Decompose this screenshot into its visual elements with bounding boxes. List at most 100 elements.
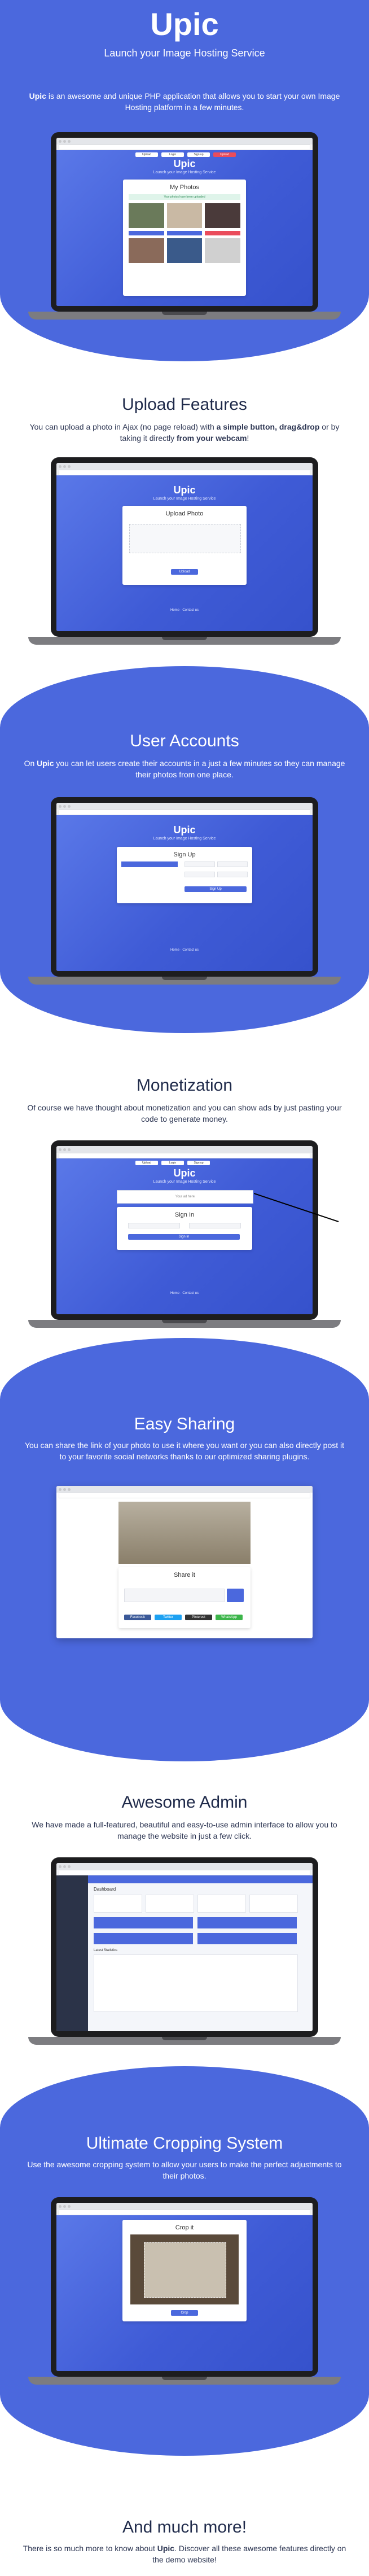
nav-login[interactable]: Login: [161, 1161, 184, 1165]
sharing-title: Easy Sharing: [134, 1415, 235, 1433]
share-whatsapp[interactable]: WhatsApp: [216, 1615, 243, 1620]
upload-button[interactable]: Upload: [171, 569, 198, 575]
share-facebook[interactable]: Facebook: [124, 1615, 151, 1620]
more-desc-b: . Discover all these awesome features di…: [152, 2544, 346, 2564]
monetization-title: Monetization: [136, 1076, 233, 1095]
sharing-description: You can share the link of your photo to …: [24, 1441, 345, 1461]
crop-selection[interactable]: [144, 2242, 226, 2298]
photo-action[interactable]: [205, 231, 240, 235]
app-subtitle: Launch your Image Hosting Service: [153, 170, 216, 174]
more-desc-brand: Upic: [157, 2544, 175, 2553]
signin-button[interactable]: Sign In: [128, 1234, 240, 1240]
brand-name: Upic: [29, 91, 46, 100]
admin-stat: [146, 1895, 194, 1913]
hero-tagline: Launch your Image Hosting Service: [104, 47, 265, 59]
nav-upload[interactable]: Upload: [135, 152, 158, 157]
nav-signup[interactable]: Sign up: [187, 152, 210, 157]
crop-image[interactable]: [130, 2234, 239, 2304]
card-title: Sign In: [174, 1212, 195, 1218]
nav-signup[interactable]: Sign up: [187, 1161, 210, 1165]
laptop-mockup-6: Dashboard Latest Statistics: [28, 1857, 341, 2049]
signup-notice: [121, 861, 178, 867]
signin-email[interactable]: [128, 1223, 180, 1228]
shared-photo: [118, 1502, 251, 1564]
card-title: Sign Up: [173, 851, 196, 858]
admin-panel: [197, 1917, 297, 1928]
admin-stat: [94, 1895, 142, 1913]
photo-thumb[interactable]: [166, 203, 203, 228]
share-link-input[interactable]: [124, 1589, 225, 1602]
app-logo: Upic: [173, 158, 196, 169]
upload-desc-a: You can upload a photo in Ajax (no page …: [29, 422, 217, 431]
admin-title: Awesome Admin: [121, 1793, 248, 1812]
nav-upload[interactable]: Upload: [135, 1161, 158, 1165]
pointer-arrow: [254, 1193, 339, 1222]
laptop-mockup-5: Share it Facebook Twitter Pinterest What…: [56, 1486, 313, 1678]
photo-grid: [123, 203, 246, 263]
more-title: And much more!: [122, 2518, 247, 2536]
admin-table: [94, 1954, 298, 2012]
accounts-description: On Upic you can let users create their a…: [23, 758, 346, 780]
photo-action[interactable]: [129, 231, 164, 235]
nav-login[interactable]: Login: [161, 152, 184, 157]
admin-topbar: [88, 1875, 313, 1883]
admin-sidebar: [56, 1875, 88, 2031]
laptop-mockup-3: Upic Launch your Image Hosting Service S…: [28, 797, 341, 989]
signup-field[interactable]: [184, 861, 215, 867]
copy-link-button[interactable]: [227, 1589, 244, 1602]
laptop-mockup-1: Upload Login Sign up Upload Upic Launch …: [28, 132, 341, 324]
crop-card: Crop it Crop: [122, 2220, 247, 2321]
signup-field[interactable]: [184, 872, 215, 877]
signup-field[interactable]: [217, 861, 248, 867]
cropping-title: Ultimate Cropping System: [86, 2134, 283, 2153]
more-description: There is so much more to know about Upic…: [23, 2543, 346, 2565]
hero-logo: Upic: [150, 6, 219, 42]
upload-desc-d: from your webcam: [177, 434, 247, 443]
accounts-desc-brand: Upic: [37, 759, 54, 768]
card-title: My Photos: [170, 184, 199, 191]
app-logo: Upic: [173, 484, 196, 496]
accounts-desc-a: On: [24, 759, 37, 768]
signin-card: Sign In Sign In: [117, 1207, 252, 1250]
cropping-description: Use the awesome cropping system to allow…: [27, 2160, 342, 2180]
photo-thumb[interactable]: [166, 238, 203, 263]
monetization-description: Of course we have thought about monetiza…: [27, 1103, 342, 1123]
my-photos-card: My Photos Your photos have been uploaded: [123, 180, 246, 296]
app-logo: Upic: [173, 1167, 196, 1179]
photo-thumb[interactable]: [129, 238, 164, 263]
laptop-mockup-2: Upic Launch your Image Hosting Service U…: [28, 457, 341, 649]
app-logo: Upic: [173, 824, 196, 836]
accounts-desc-b: you can let users create their accounts …: [54, 759, 345, 779]
more-desc-a: There is so much more to know about: [23, 2544, 157, 2553]
photo-thumb[interactable]: [129, 203, 164, 228]
ad-banner[interactable]: Your ad here: [117, 1190, 253, 1204]
card-title: Upload Photo: [165, 510, 204, 517]
admin-panel: [94, 1917, 193, 1928]
photo-thumb[interactable]: [205, 203, 240, 228]
share-twitter[interactable]: Twitter: [155, 1615, 182, 1620]
signup-field[interactable]: [217, 872, 248, 877]
signup-card: Sign Up Sign Up: [117, 847, 252, 903]
app-footer: Home · Contact us: [170, 1292, 199, 1295]
admin-panel: [197, 1933, 297, 1944]
upload-desc-b: a simple button, drag&drop: [216, 422, 320, 431]
drop-zone[interactable]: [129, 524, 241, 553]
photo-thumb[interactable]: [205, 238, 240, 263]
admin-panel-label: Latest Statistics: [94, 1949, 118, 1952]
app-subtitle: Launch your Image Hosting Service: [153, 1180, 216, 1184]
upload-desc-e: !: [247, 434, 249, 443]
accounts-title: User Accounts: [130, 732, 239, 750]
nav-upload-red[interactable]: Upload: [213, 152, 236, 157]
card-title: Share it: [174, 1572, 195, 1578]
signin-password[interactable]: [189, 1223, 241, 1228]
app-footer: Home · Contact us: [170, 948, 199, 952]
upload-card: Upload Photo Upload: [122, 506, 247, 585]
share-pinterest[interactable]: Pinterest: [185, 1615, 212, 1620]
photo-action[interactable]: [166, 231, 203, 235]
admin-stat: [249, 1895, 298, 1913]
crop-button[interactable]: Crop: [171, 2310, 198, 2316]
hero-desc-text: is an awesome and unique PHP application…: [46, 91, 340, 112]
app-subtitle: Launch your Image Hosting Service: [153, 497, 216, 501]
notice-bar: Your photos have been uploaded: [129, 194, 240, 200]
signup-button[interactable]: Sign Up: [184, 886, 247, 892]
